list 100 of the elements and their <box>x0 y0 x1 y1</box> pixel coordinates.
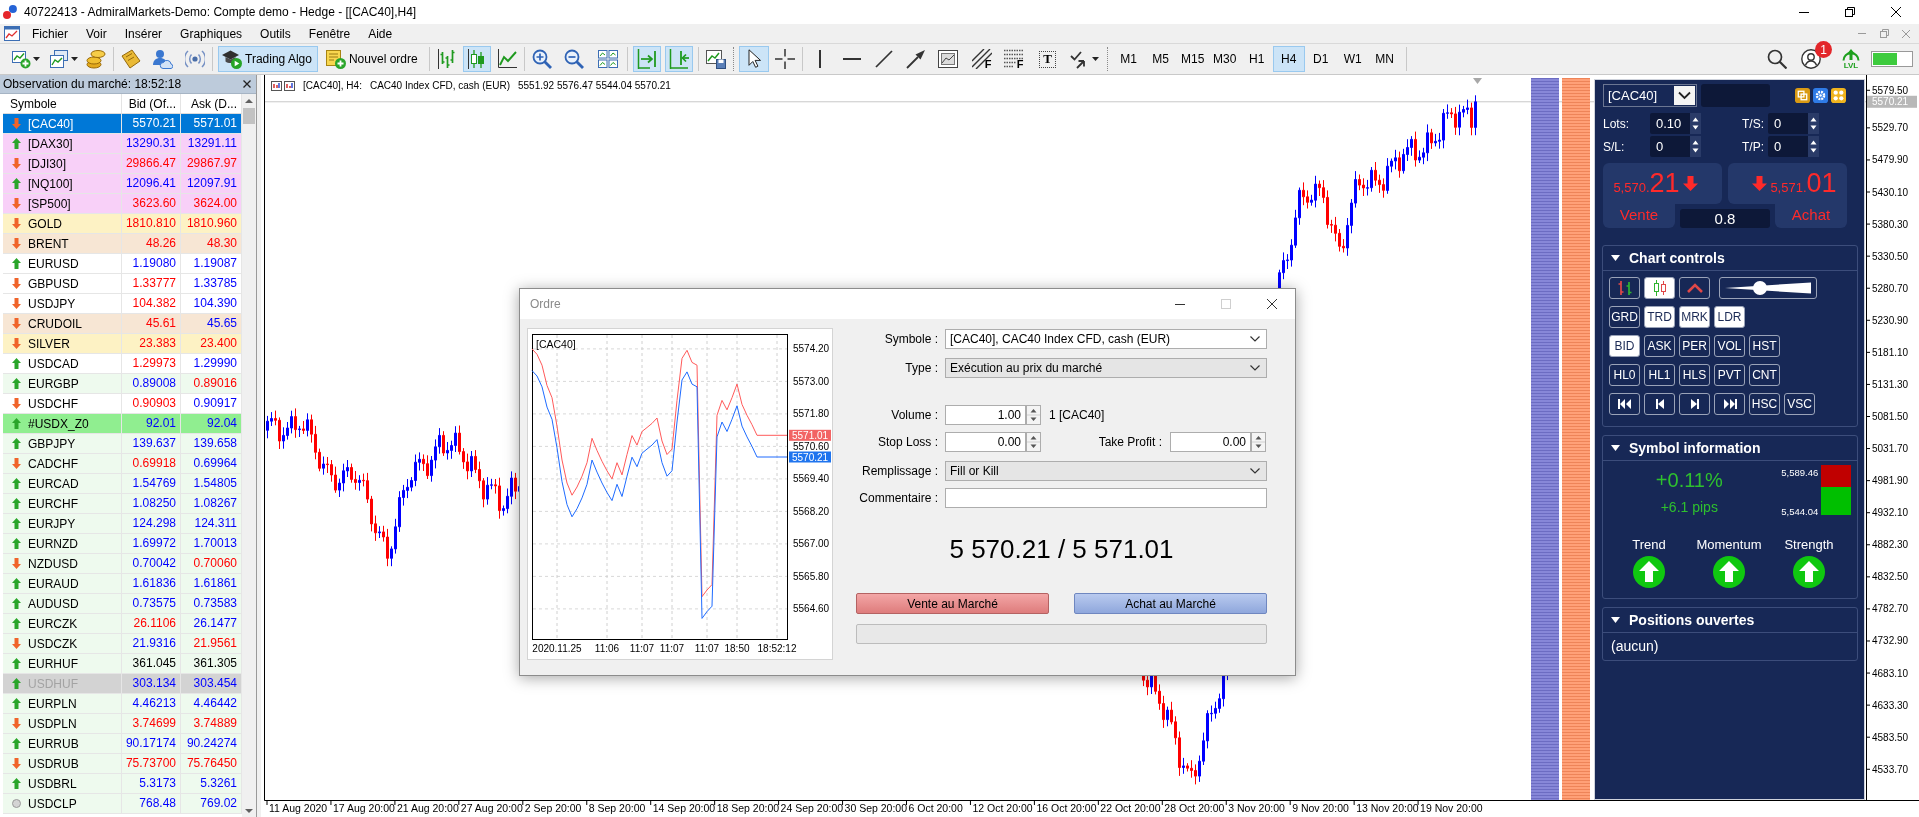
market-row[interactable]: CADCHF 0.69918 0.69964 <box>3 454 242 474</box>
toggle-button[interactable]: GRD <box>1609 306 1640 328</box>
number-field[interactable]: 0.10 <box>1650 113 1690 134</box>
market-row[interactable]: USDCLP 768.48 769.02 <box>3 794 242 814</box>
slider-track[interactable] <box>1719 277 1817 299</box>
toggle-button[interactable]: HLS <box>1679 364 1710 386</box>
market-row[interactable]: USDCZK 21.9316 21.9561 <box>3 634 242 654</box>
timeframe-button[interactable]: M1 <box>1112 46 1145 72</box>
market-row[interactable]: EURAUD 1.61836 1.61861 <box>3 574 242 594</box>
timeframe-button[interactable]: M5 <box>1144 46 1177 72</box>
market-row[interactable]: CRUDOIL 45.61 45.65 <box>3 314 242 334</box>
timeframe-button[interactable]: MN <box>1368 46 1401 72</box>
market-row[interactable]: SILVER 23.383 23.400 <box>3 334 242 354</box>
market-row[interactable]: USDCHF 0.90903 0.90917 <box>3 394 242 414</box>
market-row[interactable]: AUDUSD 0.73575 0.73583 <box>3 594 242 614</box>
menu-item[interactable]: Insérer <box>115 24 172 43</box>
column-header[interactable]: Bid (Of... <box>122 94 181 113</box>
text-tool-button[interactable]: T <box>1035 46 1060 72</box>
symbol-dropdown[interactable]: [CAC40], CAC40 Index CFD, cash (EUR) <box>945 329 1267 349</box>
number-field[interactable]: 0 <box>1768 113 1808 134</box>
market-row[interactable]: GOLD 1810.810 1810.960 <box>3 214 242 234</box>
toggle-button[interactable]: VOL <box>1714 335 1745 357</box>
market-row[interactable]: EURCAD 1.54769 1.54805 <box>3 474 242 494</box>
section-header[interactable]: Symbol information <box>1603 436 1857 461</box>
stop-loss-field[interactable]: 0.00 <box>945 432 1026 452</box>
market-row[interactable]: EURHUF 361.045 361.305 <box>3 654 242 674</box>
section-header[interactable]: Positions ouvertes <box>1603 608 1857 633</box>
algo-trading-button[interactable]: Trading Algo <box>218 46 318 72</box>
timeframe-button[interactable]: W1 <box>1336 46 1369 72</box>
symbol-dropdown[interactable]: [CAC40] <box>1603 84 1697 107</box>
toggle-button[interactable]: PER <box>1679 335 1710 357</box>
toggle-button[interactable]: PVT <box>1714 364 1745 386</box>
slider-thumb[interactable] <box>1753 281 1768 295</box>
fibonacci-lines-button[interactable]: F <box>967 46 996 72</box>
toggle-button[interactable]: TRD <box>1644 306 1675 328</box>
menu-item[interactable]: Fenêtre <box>299 24 360 43</box>
market-row[interactable]: [DAX30] 13290.31 13291.11 <box>3 134 242 154</box>
toggle-button[interactable]: BID <box>1609 335 1640 357</box>
market-row[interactable]: #USDX_Z0 92.01 92.04 <box>3 414 242 434</box>
timeframe-button[interactable]: M15 <box>1176 46 1209 72</box>
market-row[interactable]: USDJPY 104.382 104.390 <box>3 294 242 314</box>
sell-market-button[interactable]: Vente au Marché <box>856 593 1049 614</box>
volume-field[interactable]: 1.00 <box>945 405 1026 425</box>
chart-type-button[interactable] <box>1679 277 1710 299</box>
market-row[interactable]: USDCAD 1.29973 1.29990 <box>3 354 242 374</box>
number-field[interactable]: 0 <box>1650 136 1690 157</box>
timeframe-button[interactable]: D1 <box>1304 46 1337 72</box>
scrollbar-thumb[interactable] <box>243 108 255 124</box>
market-row[interactable]: [DJI30] 29866.47 29867.97 <box>3 154 242 174</box>
toggle-button[interactable]: MRK <box>1679 306 1710 328</box>
market-row[interactable]: GBPUSD 1.33777 1.33785 <box>3 274 242 294</box>
market-row[interactable]: EURCHF 1.08250 1.08267 <box>3 494 242 514</box>
fibonacci-grid-button[interactable]: F <box>999 46 1028 72</box>
market-row[interactable]: EURUSD 1.19080 1.19087 <box>3 254 242 274</box>
market-row[interactable]: [CAC40] 5570.21 5571.01 <box>3 114 242 134</box>
chart-type-button[interactable] <box>1644 277 1675 299</box>
new-order-button[interactable]: Nouvel ordre <box>321 46 424 72</box>
cursor-button[interactable] <box>738 46 769 72</box>
market-row[interactable]: EURJPY 124.298 124.311 <box>3 514 242 534</box>
menu-item[interactable]: Voir <box>77 24 116 43</box>
previous-button[interactable] <box>1644 393 1675 415</box>
market-row[interactable]: [SP500] 3623.60 3624.00 <box>3 194 242 214</box>
toggle-button[interactable]: ASK <box>1644 335 1675 357</box>
chart-shift-button[interactable] <box>664 46 693 72</box>
next-button[interactable] <box>1679 393 1710 415</box>
market-row[interactable]: NZDUSD 0.70042 0.70060 <box>3 554 242 574</box>
market-row[interactable]: USDRUB 75.73700 75.76450 <box>3 754 242 774</box>
toggle-button[interactable]: HL0 <box>1609 364 1640 386</box>
toggle-button[interactable]: HL1 <box>1644 364 1675 386</box>
market-row[interactable]: USDPLN 3.74699 3.74889 <box>3 714 242 734</box>
market-row[interactable]: EURGBP 0.89008 0.89016 <box>3 374 242 394</box>
comment-field[interactable] <box>945 488 1267 508</box>
auto-scroll-button[interactable] <box>632 46 661 72</box>
close-button[interactable] <box>241 78 253 90</box>
market-row[interactable]: EURPLN 4.46213 4.46442 <box>3 694 242 714</box>
number-field[interactable]: 0 <box>1768 136 1808 157</box>
toggle-button[interactable]: VSC <box>1784 393 1815 415</box>
market-row[interactable]: GBPJPY 139.637 139.658 <box>3 434 242 454</box>
market-row[interactable]: USDBRL 5.3173 5.3261 <box>3 774 242 794</box>
market-row[interactable]: EURNZD 1.69972 1.70013 <box>3 534 242 554</box>
menu-item[interactable]: Outils <box>251 24 300 43</box>
toggle-button[interactable]: LDR <box>1714 306 1745 328</box>
toggle-button[interactable]: HSC <box>1749 393 1780 415</box>
market-row[interactable]: BRENT 48.26 48.30 <box>3 234 242 254</box>
buy-market-button[interactable]: Achat au Marché <box>1074 593 1267 614</box>
candlestick-button[interactable] <box>462 46 491 72</box>
market-row[interactable]: EURRUB 90.17174 90.24274 <box>3 734 242 754</box>
market-row[interactable]: [NQ100] 12096.41 12097.91 <box>3 174 242 194</box>
order-type-dropdown[interactable]: Exécution au prix du marché <box>945 358 1267 378</box>
toggle-button[interactable]: HST <box>1749 335 1780 357</box>
text-field[interactable] <box>1701 84 1770 107</box>
filling-dropdown[interactable]: Fill or Kill <box>945 461 1267 481</box>
last-button[interactable] <box>1714 393 1745 415</box>
timeframe-button[interactable]: H1 <box>1240 46 1273 72</box>
section-header[interactable]: Chart controls <box>1603 246 1857 271</box>
timeframe-button[interactable]: M30 <box>1208 46 1241 72</box>
timeframe-button[interactable]: H4 <box>1272 46 1305 72</box>
market-row[interactable]: EURCZK 26.1106 26.1477 <box>3 614 242 634</box>
menu-item[interactable]: Graphiques <box>171 24 252 43</box>
menu-item[interactable]: Fichier <box>23 24 77 43</box>
